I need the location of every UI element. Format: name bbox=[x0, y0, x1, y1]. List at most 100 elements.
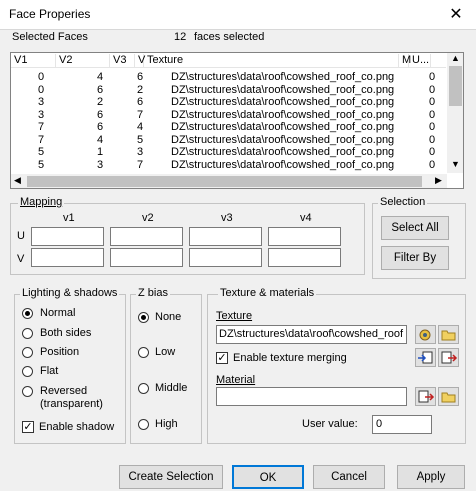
apply-button[interactable]: Apply bbox=[397, 465, 465, 489]
material-label: Material bbox=[216, 374, 256, 386]
user-value-input[interactable]: 0 bbox=[372, 415, 432, 434]
table-vscroll[interactable]: ▲ ▼ bbox=[447, 53, 463, 173]
table-row[interactable]: 7 4 5 DZ\structures\data\roof\cowshed_roof_… bbox=[11, 134, 446, 146]
material-export-icon[interactable] bbox=[415, 387, 436, 406]
table-cell: 0 bbox=[429, 146, 436, 158]
hscroll-thumb[interactable] bbox=[27, 176, 422, 187]
zbias-radio-0[interactable] bbox=[138, 312, 149, 323]
table-row[interactable]: 0 4 6 DZ\structures\data\roof\cowshed_roof_… bbox=[11, 71, 446, 83]
cancel-button[interactable]: Cancel bbox=[313, 465, 385, 489]
mapping-u-v1[interactable] bbox=[31, 227, 104, 246]
table-cell: DZ\structures\data\roof\cowshed_roof_co.… bbox=[171, 146, 395, 158]
texture-group-label: Texture & materials bbox=[218, 287, 317, 299]
select-all-button[interactable]: Select All bbox=[381, 216, 449, 240]
folder-icon[interactable] bbox=[438, 325, 459, 344]
mapping-u-v4[interactable] bbox=[268, 227, 341, 246]
mapping-v-v1[interactable] bbox=[31, 248, 104, 267]
scroll-up-icon[interactable]: ▲ bbox=[451, 53, 460, 63]
mapping-u-v2[interactable] bbox=[110, 227, 183, 246]
scroll-right-icon[interactable]: ▶ bbox=[435, 175, 442, 186]
table-cell: DZ\structures\data\roof\cowshed_roof_co.… bbox=[171, 108, 395, 121]
table-row[interactable]: 7 6 4 DZ\structures\data\roof\cowshed_roof_… bbox=[11, 121, 446, 133]
lighting-radio-4[interactable] bbox=[22, 386, 33, 397]
table-cell: DZ\structures\data\roof\cowshed_roof_co.… bbox=[171, 133, 395, 146]
table-row[interactable]: 5 1 3 DZ\structures\data\roof\cowshed_roof_… bbox=[11, 146, 446, 158]
col-m[interactable]: M bbox=[399, 54, 411, 68]
zbias-radio-1[interactable] bbox=[138, 347, 149, 358]
table-cell: 4 bbox=[137, 121, 144, 133]
table-cell: 7 bbox=[38, 121, 45, 133]
col-texture[interactable]: Texture bbox=[144, 54, 399, 68]
lighting-option-label: Position bbox=[40, 346, 80, 358]
col-v2[interactable]: V2 bbox=[56, 54, 110, 68]
selected-faces-count: 12 bbox=[174, 31, 187, 43]
enable-merging-label: Enable texture merging bbox=[233, 352, 347, 364]
table-row[interactable]: 0 6 2 DZ\structures\data\roof\cowshed_roof_… bbox=[11, 84, 446, 96]
lighting-radio-3[interactable] bbox=[22, 366, 33, 377]
lighting-option-label: Flat bbox=[40, 365, 59, 377]
material-folder-icon[interactable] bbox=[438, 387, 459, 406]
ok-button[interactable]: OK bbox=[232, 465, 304, 489]
filter-by-button[interactable]: Filter By bbox=[381, 246, 449, 270]
mapping-col-v2: v2 bbox=[142, 212, 154, 224]
texture-input[interactable]: DZ\structures\data\roof\cowshed_roof bbox=[216, 325, 407, 344]
table-cell: 3 bbox=[97, 158, 104, 171]
lighting-radio-1[interactable] bbox=[22, 328, 33, 339]
lighting-option-label: Both sides bbox=[40, 327, 92, 339]
lighting-radio-2[interactable] bbox=[22, 347, 33, 358]
texture-import-icon[interactable] bbox=[415, 348, 436, 367]
zbias-radio-2[interactable] bbox=[138, 383, 149, 394]
table-cell: 6 bbox=[137, 71, 144, 83]
texture-export-icon[interactable] bbox=[438, 348, 459, 367]
create-selection-button[interactable]: Create Selection bbox=[119, 465, 223, 489]
zbias-radio-3[interactable] bbox=[138, 419, 149, 430]
mapping-col-v3: v3 bbox=[221, 212, 233, 224]
scroll-left-icon[interactable]: ◀ bbox=[14, 175, 21, 186]
enable-shadow-checkbox[interactable]: ✓ bbox=[22, 421, 34, 433]
mapping-u-v3[interactable] bbox=[189, 227, 262, 246]
user-value-label: User value: bbox=[302, 418, 358, 430]
col-u[interactable]: U... bbox=[409, 54, 431, 68]
table-cell: 0 bbox=[38, 71, 45, 83]
col-v3[interactable]: V3 bbox=[110, 54, 135, 68]
mapping-v-v2[interactable] bbox=[110, 248, 183, 267]
texture-label: Texture bbox=[216, 310, 253, 322]
table-cell: 6 bbox=[97, 121, 104, 133]
enable-merging-checkbox[interactable]: ✓ bbox=[216, 352, 228, 364]
table-cell: 2 bbox=[97, 96, 104, 108]
mapping-v-v3[interactable] bbox=[189, 248, 262, 267]
table-cell: 0 bbox=[429, 133, 436, 146]
table-hscroll[interactable]: ◀ ▶ bbox=[11, 174, 447, 188]
selection-label: Selection bbox=[378, 196, 428, 208]
lighting-radio-0[interactable] bbox=[22, 308, 33, 319]
table-cell: DZ\structures\data\roof\cowshed_roof_co.… bbox=[171, 158, 395, 171]
table-row[interactable]: 3 2 6 DZ\structures\data\roof\cowshed_roof_… bbox=[11, 96, 446, 108]
zbias-option-label: None bbox=[155, 311, 182, 323]
col-v1[interactable]: V1 bbox=[11, 54, 56, 68]
lighting-option-label: Reversed (transparent) bbox=[40, 385, 103, 410]
table-cell: 2 bbox=[137, 83, 144, 96]
mapping-col-v4: v4 bbox=[300, 212, 312, 224]
table-cell: 6 bbox=[97, 83, 104, 96]
col-v[interactable]: V bbox=[135, 54, 145, 68]
faces-table[interactable]: V1 V2 V3 V Texture M U... 0 4 6 DZ\structur… bbox=[10, 52, 464, 189]
close-icon[interactable]: ✕ bbox=[443, 4, 469, 26]
table-cell: DZ\structures\data\roof\cowshed_roof_co.… bbox=[171, 83, 395, 96]
browse-texture-icon[interactable] bbox=[415, 325, 436, 344]
table-row[interactable]: 5 3 7 DZ\structures\data\roof\cowshed_roof_… bbox=[11, 159, 446, 171]
table-cell: 4 bbox=[97, 71, 104, 83]
table-cell: 0 bbox=[429, 158, 436, 171]
table-cell: 0 bbox=[429, 108, 436, 121]
lighting-label: Lighting & shadows bbox=[20, 287, 120, 299]
window-title: Face Properies bbox=[9, 7, 91, 21]
mapping-v-v4[interactable] bbox=[268, 248, 341, 267]
mapping-row-v: V bbox=[17, 253, 25, 265]
table-row[interactable]: 3 6 7 DZ\structures\data\roof\cowshed_roof_… bbox=[11, 109, 446, 121]
vscroll-thumb[interactable] bbox=[449, 66, 462, 106]
mapping-row-u: U bbox=[17, 230, 25, 242]
table-cell: 0 bbox=[429, 121, 436, 133]
material-input[interactable] bbox=[216, 387, 407, 406]
table-cell: DZ\structures\data\roof\cowshed_roof_co.… bbox=[171, 96, 395, 108]
scroll-down-icon[interactable]: ▼ bbox=[451, 159, 460, 169]
table-cell: 5 bbox=[38, 158, 45, 171]
